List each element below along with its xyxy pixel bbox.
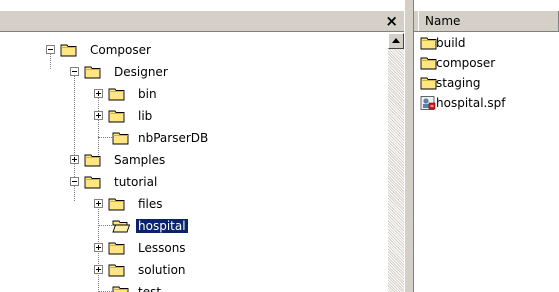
- expand-toggle[interactable]: [94, 243, 103, 252]
- tree-node-designer[interactable]: Designer: [0, 61, 388, 83]
- tree-node-lib[interactable]: lib: [0, 105, 388, 127]
- tree-node-label: files: [138, 197, 163, 211]
- list-item-hospital-spf[interactable]: hospital.spf: [414, 93, 559, 113]
- list-item-label: composer: [436, 56, 496, 70]
- tree-node-label: tutorial: [114, 175, 158, 189]
- folder-icon: [84, 176, 101, 189]
- folder-tree: Composer Designer bin lib nbParserDB Sam…: [0, 33, 388, 292]
- tree-node-files[interactable]: files: [0, 193, 388, 215]
- list-item-label: hospital.spf: [436, 96, 506, 110]
- pane-splitter[interactable]: [404, 0, 414, 292]
- scroll-up-button[interactable]: [388, 33, 404, 49]
- folder-icon: [84, 66, 101, 79]
- tree-node-label: bin: [138, 87, 157, 101]
- tree-node-label: Designer: [114, 65, 168, 79]
- tree-node-hospital[interactable]: hospital: [0, 215, 388, 237]
- tree-node-nbparserdb[interactable]: nbParserDB: [0, 127, 388, 149]
- folder-tree-pane: × Composer Designer bin lib nbParserDB S…: [0, 0, 414, 292]
- list-item-staging[interactable]: staging: [414, 73, 559, 93]
- folder-icon: [108, 242, 125, 255]
- folder-icon: [108, 110, 125, 123]
- tree-node-label: solution: [138, 263, 186, 277]
- expand-toggle[interactable]: [94, 89, 103, 98]
- collapse-toggle[interactable]: [70, 177, 79, 186]
- list-item-build[interactable]: build: [414, 33, 559, 53]
- tree-node-label: lib: [138, 109, 153, 123]
- tree-node-label: Composer: [90, 43, 151, 57]
- file-list-pane: Name build composer staging hospital.spf: [414, 0, 559, 292]
- list-header: Name: [414, 10, 559, 32]
- tree-node-tutorial[interactable]: tutorial: [0, 171, 388, 193]
- folder-icon: [108, 198, 125, 211]
- list-item-label: staging: [436, 76, 481, 90]
- tree-node-samples[interactable]: Samples: [0, 149, 388, 171]
- tree-pane-header: ×: [0, 10, 404, 32]
- expand-toggle[interactable]: [94, 111, 103, 120]
- close-pane-button[interactable]: ×: [385, 13, 398, 29]
- tree-node-test[interactable]: test: [0, 281, 388, 292]
- folder-icon: [112, 286, 129, 292]
- expand-toggle[interactable]: [94, 199, 103, 208]
- list-item-composer[interactable]: composer: [414, 53, 559, 73]
- tree-node-bin[interactable]: bin: [0, 83, 388, 105]
- list-item-label: build: [436, 36, 466, 50]
- folder-icon: [108, 88, 125, 101]
- tree-node-label: Lessons: [138, 241, 186, 255]
- tree-node-label: hospital: [136, 219, 188, 233]
- tree-node-composer[interactable]: Composer: [0, 39, 388, 61]
- folder-icon: [108, 264, 125, 277]
- tree-node-lessons[interactable]: Lessons: [0, 237, 388, 259]
- collapse-toggle[interactable]: [46, 45, 55, 54]
- open-folder-icon: [112, 220, 130, 233]
- tree-node-label: Samples: [114, 153, 166, 167]
- tree-vertical-scrollbar[interactable]: [388, 33, 404, 292]
- expand-toggle[interactable]: [94, 265, 103, 274]
- folder-icon: [84, 154, 101, 167]
- file-list: build composer staging hospital.spf: [414, 33, 559, 113]
- collapse-toggle[interactable]: [70, 67, 79, 76]
- folder-icon: [112, 132, 129, 145]
- tree-node-label: nbParserDB: [138, 131, 209, 145]
- tree-node-label: test: [138, 285, 162, 292]
- folder-icon: [60, 44, 77, 57]
- tree-node-solution[interactable]: solution: [0, 259, 388, 281]
- expand-toggle[interactable]: [70, 155, 79, 164]
- column-header-name[interactable]: Name: [418, 11, 559, 31]
